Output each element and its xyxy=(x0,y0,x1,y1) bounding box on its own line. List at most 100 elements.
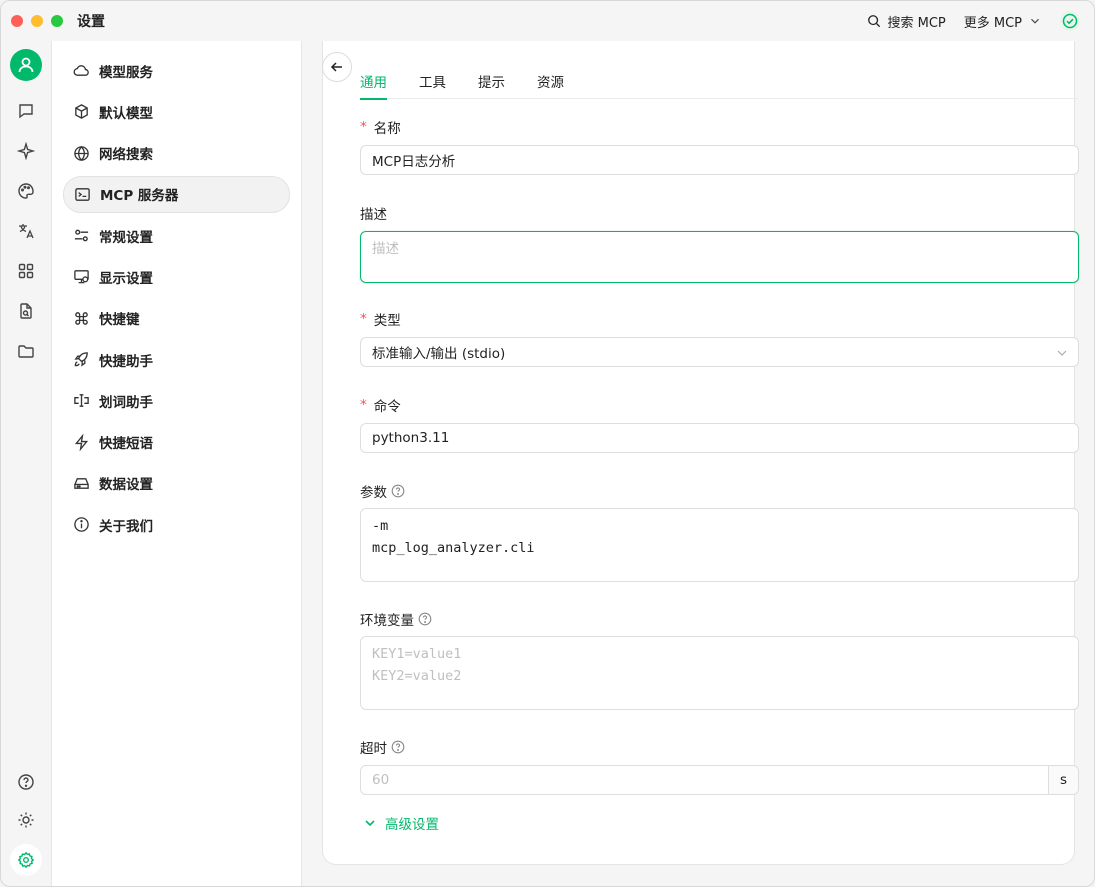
env-textarea[interactable]: KEY1=value1 KEY2=value2 xyxy=(360,636,1079,710)
nav-item-display-settings[interactable]: 显示设置 xyxy=(63,258,290,295)
avatar[interactable] xyxy=(10,49,42,81)
terminal-icon xyxy=(75,188,90,201)
nav-item-label: 关于我们 xyxy=(99,518,153,535)
description-label-text: 描述 xyxy=(360,207,387,223)
tab-resources[interactable]: 资源 xyxy=(537,63,564,99)
type-select[interactable]: 标准输入/输出 (stdio) xyxy=(360,337,1079,367)
agents-rail-button[interactable] xyxy=(12,137,40,165)
nav-item-default-model[interactable]: 默认模型 xyxy=(63,93,290,130)
tab-tools[interactable]: 工具 xyxy=(419,63,446,99)
nav-item-model-service[interactable]: 模型服务 xyxy=(63,52,290,89)
nav-item-quick-assistant[interactable]: 快捷助手 xyxy=(63,341,290,378)
type-label-text: 类型 xyxy=(373,313,401,329)
close-window-button[interactable] xyxy=(11,15,23,27)
search-mcp-button[interactable]: 搜索 MCP xyxy=(867,12,946,31)
settings-nav: 模型服务 默认模型 网络搜索 MCP 服务器 常规设置 显示设置 快捷键 快捷助… xyxy=(51,41,302,886)
nav-item-label: 快捷短语 xyxy=(99,436,153,453)
chevron-down-icon xyxy=(365,820,375,827)
title-bar: 设置 搜索 MCP 更多 MCP xyxy=(1,1,1094,41)
command-icon xyxy=(75,311,88,325)
translate-rail-button[interactable] xyxy=(12,217,40,245)
status-check-button[interactable] xyxy=(1060,11,1080,31)
name-label-text: 名称 xyxy=(373,121,401,137)
arrow-left-icon xyxy=(330,62,342,72)
help-circle-icon[interactable] xyxy=(391,484,405,498)
timeout-label: 超时 xyxy=(360,737,405,757)
args-line: mcp_log_analyzer.cli xyxy=(372,540,535,556)
args-textarea[interactable]: -m mcp_log_analyzer.cli xyxy=(360,508,1079,582)
rocket-icon xyxy=(74,352,88,367)
chat-rail-button[interactable] xyxy=(12,97,40,125)
nav-item-data-settings[interactable]: 数据设置 xyxy=(63,465,290,502)
search-icon xyxy=(868,15,881,28)
timeout-label-text: 超时 xyxy=(360,741,387,757)
zap-icon xyxy=(74,433,89,451)
palette-icon xyxy=(18,183,34,199)
name-label: * 名称 xyxy=(360,117,401,137)
type-select-value: 标准输入/输出 (stdio) xyxy=(372,346,506,362)
apps-rail-button[interactable] xyxy=(12,257,40,285)
env-label-text: 环境变量 xyxy=(360,613,414,629)
nav-item-selection-assistant[interactable]: 划词助手 xyxy=(63,382,290,419)
nav-item-about-us[interactable]: 关于我们 xyxy=(63,506,290,543)
more-mcp-dropdown[interactable]: 更多 MCP xyxy=(964,12,1042,31)
help-rail-button[interactable] xyxy=(12,768,40,796)
nav-item-label: 快捷助手 xyxy=(99,353,153,370)
tab-general[interactable]: 通用 xyxy=(360,63,387,100)
nav-item-label: 默认模型 xyxy=(99,105,153,122)
name-input-value: MCP日志分析 xyxy=(372,154,456,170)
info-icon xyxy=(74,517,89,533)
cube-icon xyxy=(75,104,88,120)
mcp-server-form-card: 通用 工具 提示 资源 * 名称 MCP日志分析 描述 描述 * 类型 标准输入… xyxy=(322,41,1079,865)
help-circle-icon[interactable] xyxy=(418,612,432,626)
hard-drive-icon xyxy=(74,478,89,489)
env-placeholder-line: KEY2=value2 xyxy=(372,668,462,684)
help-circle-icon xyxy=(18,774,34,790)
help-circle-icon[interactable] xyxy=(391,740,405,754)
env-label: 环境变量 xyxy=(360,609,432,629)
minimize-window-button[interactable] xyxy=(31,15,43,27)
advanced-settings-toggle[interactable]: 高级设置 xyxy=(363,813,439,833)
tab-prompts[interactable]: 提示 xyxy=(478,63,505,99)
nav-item-label: 快捷键 xyxy=(99,312,140,329)
nav-item-label: 显示设置 xyxy=(99,270,153,287)
window-title: 设置 xyxy=(77,14,105,30)
nav-item-general-settings[interactable]: 常规设置 xyxy=(63,217,290,254)
settings-rail-button[interactable] xyxy=(10,844,42,876)
maximize-window-button[interactable] xyxy=(51,15,63,27)
gear-icon xyxy=(17,851,35,869)
nav-item-label: MCP 服务器 xyxy=(100,188,179,205)
nav-item-label: 模型服务 xyxy=(99,64,153,81)
timeout-placeholder: 60 xyxy=(372,772,390,788)
sun-icon xyxy=(18,812,34,828)
nav-item-label: 划词助手 xyxy=(99,394,153,411)
icon-rail xyxy=(1,41,51,886)
check-circle-icon xyxy=(1062,13,1078,29)
description-textarea[interactable]: 描述 xyxy=(360,231,1079,283)
command-input[interactable]: python3.11 xyxy=(360,423,1079,453)
env-placeholder-line: KEY1=value1 xyxy=(372,646,462,662)
timeout-unit-suffix: s xyxy=(1048,766,1078,794)
nav-item-label: 网络搜索 xyxy=(99,147,153,164)
nav-item-shortcuts[interactable]: 快捷键 xyxy=(63,300,290,337)
file-search-icon xyxy=(20,303,32,319)
files-search-rail-button[interactable] xyxy=(12,297,40,325)
args-line: -m xyxy=(372,518,389,534)
nav-item-label: 常规设置 xyxy=(99,229,153,246)
theme-rail-button[interactable] xyxy=(12,806,40,834)
advanced-settings-label: 高级设置 xyxy=(385,817,439,833)
window-controls xyxy=(11,15,63,27)
translate-icon xyxy=(19,224,34,239)
cloud-icon xyxy=(73,65,89,76)
nav-item-mcp-servers[interactable]: MCP 服务器 xyxy=(63,175,290,213)
main-content: 通用 工具 提示 资源 * 名称 MCP日志分析 描述 描述 * 类型 标准输入… xyxy=(302,41,1094,886)
name-input[interactable]: MCP日志分析 xyxy=(360,145,1079,175)
back-button[interactable] xyxy=(322,52,352,82)
timeout-input[interactable]: 60 s xyxy=(360,765,1079,795)
folder-rail-button[interactable] xyxy=(12,337,40,365)
nav-item-web-search[interactable]: 网络搜索 xyxy=(63,135,290,172)
message-icon xyxy=(19,104,33,119)
nav-item-quick-phrases[interactable]: 快捷短语 xyxy=(63,424,290,461)
chevron-down-icon xyxy=(1057,350,1067,356)
paint-rail-button[interactable] xyxy=(12,177,40,205)
